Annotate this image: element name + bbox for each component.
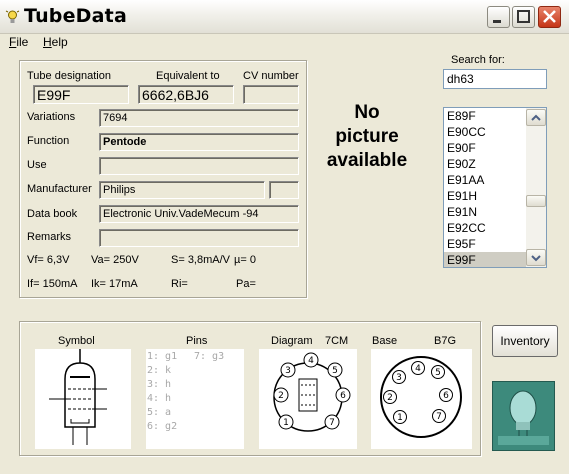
diagram-card: 1 2 3 4 5 6 7 bbox=[259, 349, 357, 449]
diagram-pin-label: 1 bbox=[283, 418, 289, 428]
equivalent-label: Equivalent to bbox=[156, 70, 220, 82]
scroll-down-button[interactable] bbox=[526, 249, 546, 266]
menu-help-key: H bbox=[43, 35, 52, 49]
pin-entry: 2: k bbox=[147, 365, 172, 376]
databook-label: Data book bbox=[27, 208, 78, 220]
equivalent-field[interactable]: 6662,6BJ6 bbox=[138, 85, 234, 104]
maximize-button[interactable] bbox=[512, 6, 535, 28]
search-label: Search for: bbox=[451, 54, 505, 66]
diagram-pin-label: 2 bbox=[278, 391, 284, 401]
function-field[interactable]: Pentode bbox=[99, 133, 299, 151]
spec-if: If= 150mA bbox=[27, 278, 78, 290]
base-layout-icon: 1 2 3 4 5 6 7 bbox=[380, 356, 462, 438]
window-title: TubeData bbox=[24, 5, 127, 27]
minimize-button[interactable] bbox=[487, 6, 510, 28]
base-card: 1 2 3 4 5 6 7 bbox=[371, 349, 472, 449]
symbol-label: Symbol bbox=[58, 335, 95, 347]
pin-entry: 1: g1 bbox=[147, 351, 178, 362]
cv-label: CV number bbox=[243, 70, 299, 82]
no-picture-text: No picture available bbox=[310, 101, 424, 173]
pins-label: Pins bbox=[186, 335, 208, 347]
cv-field[interactable] bbox=[243, 85, 299, 104]
spec-s: S= 3,8mA/V bbox=[171, 254, 231, 266]
pins-card: 1: g1 2: k 3: h 4: h 5: a 6: g2 7: g3 bbox=[146, 349, 244, 449]
diagram-label: Diagram bbox=[271, 335, 313, 347]
search-input[interactable]: dh63 bbox=[443, 69, 547, 89]
spec-ri: Ri= bbox=[171, 278, 188, 290]
pin-entry: 6: g2 bbox=[147, 421, 178, 432]
inventory-button[interactable]: Inventory bbox=[492, 325, 558, 357]
minimize-icon bbox=[493, 20, 501, 23]
pin-entry: 3: h bbox=[147, 379, 172, 390]
spec-vf: Vf= 6,3V bbox=[27, 254, 70, 266]
close-icon bbox=[543, 10, 556, 23]
close-button[interactable] bbox=[538, 6, 561, 28]
base-pin-label: 1 bbox=[397, 413, 403, 423]
tube-logo[interactable] bbox=[492, 381, 555, 451]
base-code: B7G bbox=[434, 335, 457, 347]
diagram-pin-label: 3 bbox=[285, 366, 291, 376]
use-label: Use bbox=[27, 159, 47, 171]
manufacturer-extra-field[interactable] bbox=[269, 181, 299, 199]
variations-field[interactable]: 7694 bbox=[99, 109, 299, 127]
designation-label: Tube designation bbox=[27, 70, 111, 82]
lightbulb-icon bbox=[5, 10, 20, 23]
remarks-label: Remarks bbox=[27, 231, 72, 243]
diagram-pin-label: 5 bbox=[332, 366, 338, 376]
base-pin-label: 3 bbox=[396, 373, 402, 383]
menu-help-rest: elp bbox=[51, 35, 68, 49]
variations-label: Variations bbox=[27, 111, 76, 123]
tube-symbol-icon bbox=[49, 349, 107, 445]
pin-entry: 7: g3 bbox=[194, 351, 225, 362]
base-pin-label: 7 bbox=[436, 412, 442, 422]
menu-file-rest: ile bbox=[16, 35, 29, 49]
pin-entry: 4: h bbox=[147, 393, 172, 404]
scroll-down-icon bbox=[531, 255, 541, 262]
tube-symbol-card bbox=[35, 349, 131, 449]
designation-field[interactable]: E99F bbox=[33, 85, 129, 104]
base-pin-label: 6 bbox=[443, 391, 449, 401]
pin-diagram-icon: 1 2 3 4 5 6 7 bbox=[273, 352, 351, 432]
diagram-code: 7CM bbox=[325, 335, 349, 347]
no-picture-line-1: No bbox=[354, 102, 380, 123]
menu-bar: File Help bbox=[0, 34, 569, 52]
spec-mu: µ= 0 bbox=[234, 254, 256, 266]
diagram-pin-label: 4 bbox=[308, 356, 314, 366]
list-scrollbar[interactable] bbox=[526, 108, 546, 267]
menu-file[interactable]: File bbox=[9, 35, 28, 49]
menu-help[interactable]: Help bbox=[43, 35, 68, 49]
maximize-icon bbox=[517, 10, 530, 23]
pin-entry: 5: a bbox=[147, 407, 172, 418]
scroll-up-button[interactable] bbox=[526, 109, 546, 126]
spec-ik: Ik= 17mA bbox=[91, 278, 138, 290]
diagram-pin-label: 7 bbox=[329, 418, 335, 428]
scroll-thumb[interactable] bbox=[526, 195, 546, 207]
tube-logo-icon bbox=[498, 390, 549, 445]
base-pin-label: 5 bbox=[435, 368, 441, 378]
base-pin-label: 2 bbox=[387, 393, 393, 403]
function-label: Function bbox=[27, 135, 70, 147]
databook-field[interactable]: Electronic Univ.VadeMecum -94 bbox=[99, 205, 299, 223]
no-picture-line-2: picture bbox=[335, 126, 399, 147]
scroll-up-icon bbox=[531, 114, 541, 121]
manufacturer-field[interactable]: Philips bbox=[99, 181, 265, 199]
no-picture-line-3: available bbox=[326, 150, 408, 171]
title-bar[interactable]: TubeData bbox=[0, 0, 569, 34]
base-pin-label: 4 bbox=[415, 364, 421, 374]
use-field[interactable] bbox=[99, 157, 299, 175]
spec-va: Va= 250V bbox=[91, 254, 139, 266]
remarks-field[interactable] bbox=[99, 229, 299, 247]
spec-pa: Pa= bbox=[236, 278, 256, 290]
base-label: Base bbox=[372, 335, 398, 347]
diagram-pin-label: 6 bbox=[340, 391, 346, 401]
manufacturer-label: Manufacturer bbox=[27, 183, 92, 195]
